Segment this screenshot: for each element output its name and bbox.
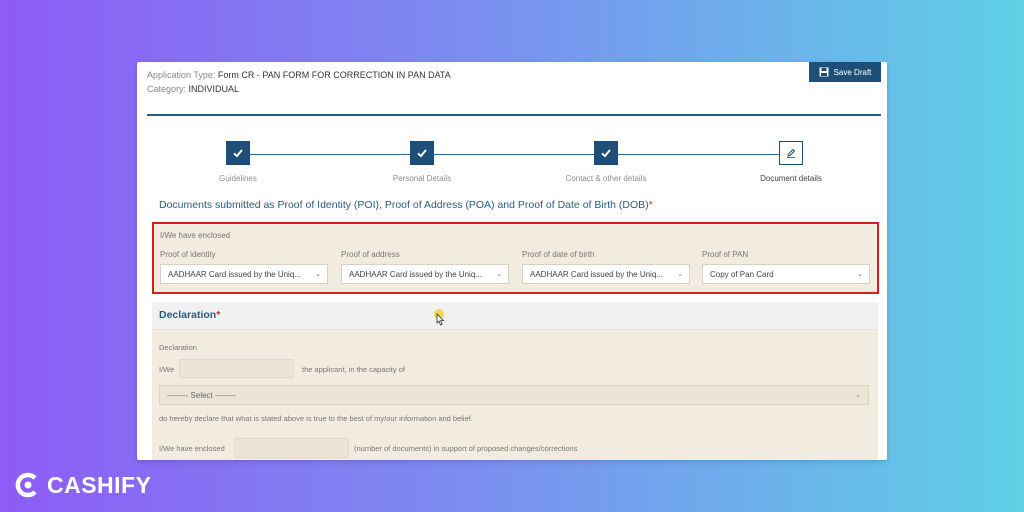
proof-of-pan-label: Proof of PAN [702, 250, 749, 259]
step-document-details[interactable]: Document details [716, 140, 866, 183]
header-divider [147, 114, 881, 116]
step-complete-box [410, 141, 434, 165]
declaration-title: Declaration* [159, 309, 220, 321]
mouse-pointer-icon [434, 309, 445, 326]
step-label: Contact & other details [565, 174, 647, 183]
declaration-header: Declaration* [152, 302, 878, 330]
proof-of-pan-select[interactable]: Copy of Pan Card ⌄ [702, 264, 870, 284]
documents-title-text: Documents submitted as Proof of Identity… [159, 199, 649, 211]
step-complete-box [226, 141, 250, 165]
save-draft-label: Save Draft [833, 67, 872, 77]
proof-of-pan-field: Proof of PAN Copy of Pan Card ⌄ [702, 250, 870, 284]
brand-logo: CASHIFY [13, 470, 151, 500]
step-guidelines[interactable]: Guidelines [163, 140, 313, 183]
category-row: Category: INDIVIDUAL [147, 82, 451, 96]
application-type-row: Application Type: Form CR - PAN FORM FOR… [147, 68, 451, 82]
category-value: INDIVIDUAL [188, 84, 240, 94]
pencil-edit-icon [787, 148, 796, 158]
chevron-down-icon: ⌄ [677, 271, 683, 278]
proof-of-identity-label: Proof of identity [160, 250, 216, 259]
proof-of-dob-select[interactable]: AADHAAR Card issued by the Uniq... ⌄ [522, 264, 690, 284]
brand-name: CASHIFY [47, 471, 152, 498]
declaration-section-label: Declaration [159, 343, 197, 352]
enclosed-label: I/We have enclosed [160, 231, 231, 240]
stepper-line [238, 154, 791, 155]
proof-of-dob-field: Proof of date of birth AADHAAR Card issu… [522, 250, 690, 284]
select-value: AADHAAR Card issued by the Uniq... [530, 269, 663, 279]
applicant-name-input[interactable] [179, 359, 294, 378]
step-label: Document details [760, 174, 822, 183]
step-label: Guidelines [219, 174, 257, 183]
documents-enclosed-label: I/We have enclosed [159, 444, 225, 453]
proof-of-identity-field: Proof of identity AADHAAR Card issued by… [160, 250, 328, 284]
proof-of-address-label: Proof of address [341, 250, 400, 259]
declaration-panel: Declaration I/We the applicant, in the c… [152, 330, 878, 460]
category-label: Category: [147, 84, 187, 94]
proof-of-address-select[interactable]: AADHAAR Card issued by the Uniq... ⌄ [341, 264, 509, 284]
checkmark-icon [417, 149, 427, 158]
declaration-title-text: Declaration [159, 309, 217, 321]
chevron-down-icon: ⌄ [315, 271, 321, 278]
checkmark-icon [601, 149, 611, 158]
required-mark: * [648, 199, 653, 211]
proof-of-dob-label: Proof of date of birth [522, 250, 595, 259]
step-label: Personal Details [392, 174, 452, 183]
step-current-box [779, 141, 803, 165]
required-mark: * [216, 309, 221, 321]
select-value: Copy of Pan Card [710, 269, 774, 279]
documents-section-title: Documents submitted as Proof of Identity… [159, 199, 653, 211]
application-info: Application Type: Form CR - PAN FORM FOR… [147, 68, 451, 96]
document-count-input[interactable] [234, 438, 349, 458]
save-draft-button[interactable]: Save Draft [809, 62, 881, 82]
step-contact-details[interactable]: Contact & other details [531, 140, 681, 183]
proof-of-identity-select[interactable]: AADHAAR Card issued by the Uniq... ⌄ [160, 264, 328, 284]
capacity-text: the applicant, in the capacity of [302, 365, 405, 374]
form-window: Application Type: Form CR - PAN FORM FOR… [137, 62, 887, 460]
floppy-disk-icon [819, 67, 829, 77]
chevron-down-icon: ⌄ [857, 271, 863, 278]
proof-of-address-field: Proof of address AADHAAR Card issued by … [341, 250, 509, 284]
checkmark-icon [233, 149, 243, 158]
declaration-statement: do hereby declare that what is stated ab… [159, 414, 473, 423]
capacity-select-value: -------- Select -------- [167, 390, 237, 400]
step-personal-details[interactable]: Personal Details [347, 140, 497, 183]
iwe-label: I/We [159, 365, 175, 374]
application-type-label: Application Type: [147, 70, 216, 80]
proof-documents-panel: I/We have enclosed Proof of identity AAD… [152, 222, 879, 294]
select-value: AADHAAR Card issued by the Uniq... [168, 269, 301, 279]
step-complete-box [594, 141, 618, 165]
progress-stepper: Guidelines Personal Details Contact & ot… [137, 140, 887, 190]
cashify-logo-icon [15, 472, 37, 498]
document-count-suffix: (number of documents) in support of prop… [354, 444, 578, 453]
select-value: AADHAAR Card issued by the Uniq... [349, 269, 482, 279]
application-type-value: Form CR - PAN FORM FOR CORRECTION IN PAN… [217, 70, 451, 80]
chevron-down-icon: ⌄ [855, 392, 861, 399]
capacity-select[interactable]: -------- Select -------- ⌄ [159, 385, 869, 405]
chevron-down-icon: ⌄ [496, 271, 502, 278]
